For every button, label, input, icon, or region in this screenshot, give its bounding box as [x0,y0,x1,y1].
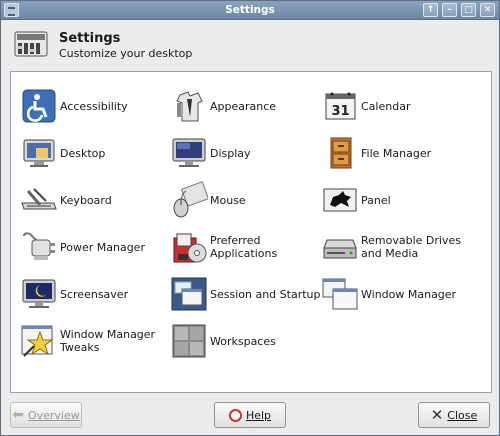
item-label: Panel [361,193,391,207]
overview-button[interactable]: ⬅ Overview [10,402,82,428]
item-desktop[interactable]: Desktop [20,134,180,174]
settings-window: Settings ↑ – □ ✕ Settings Customize your… [0,0,500,436]
item-power-manager[interactable]: Power Manager [20,228,180,268]
header-subtitle: Customize your desktop [59,47,193,60]
calendar-icon: 31 [325,92,356,120]
settings-manager-icon [14,31,48,57]
item-panel[interactable]: Panel [321,181,481,221]
window-manager-icon [322,278,358,310]
help-label: Help [245,408,272,422]
item-preferred-applications[interactable]: Preferred Applications [170,228,330,268]
removable-drives-icon [323,239,357,259]
mouse-icon [173,181,208,218]
item-label: Session and Startup [210,287,321,301]
item-label: Keyboard [60,193,112,207]
close-label: Close [447,408,478,422]
item-label: Workspaces [210,334,276,348]
item-keyboard[interactable]: Keyboard [20,181,180,221]
item-label: File Manager [361,146,432,160]
item-window-manager-tweaks[interactable]: Window Manager Tweaks [20,322,180,362]
item-label: Power Manager [60,240,145,254]
header-title: Settings [59,31,121,46]
item-mouse[interactable]: Mouse [170,181,330,221]
overview-label: Overview [27,408,80,422]
item-label: Appearance [210,99,277,113]
item-window-manager[interactable]: Window Manager [321,275,481,315]
close-window-button[interactable]: ✕ [480,3,495,17]
item-accessibility[interactable]: Accessibility [20,87,180,127]
item-screensaver[interactable]: Screensaver [20,275,180,315]
item-workspaces[interactable]: Workspaces [170,322,330,362]
accessibility-icon [22,89,56,123]
item-session-startup[interactable]: Session and Startup [170,275,330,315]
maximize-button[interactable]: □ [461,3,476,17]
file-manager-icon [330,137,352,169]
item-calendar[interactable]: 31 Calendar [321,87,481,127]
panel-icon [323,188,357,212]
item-label: Removable Drives and Media [361,234,461,260]
appearance-icon [176,91,203,122]
item-removable-drives[interactable]: Removable Drives and Media [321,228,481,268]
item-label: Accessibility [60,99,128,113]
shade-button[interactable]: ↑ [423,3,438,17]
item-label: Screensaver [60,287,129,301]
item-label: Display [210,146,251,160]
item-label: Window Manager [361,287,457,301]
item-label: Calendar [361,99,411,113]
power-manager-icon [23,232,55,260]
workspaces-icon [172,324,206,358]
help-icon [228,408,242,422]
svg-text:31: 31 [331,104,349,119]
display-icon [172,138,206,167]
session-startup-icon [171,277,207,311]
item-appearance[interactable]: Appearance [170,87,330,127]
minimize-button[interactable]: – [442,3,457,17]
window-manager-tweaks-icon [21,325,54,357]
help-button[interactable]: Help [214,402,286,428]
back-arrow-icon: ⬅ [12,407,24,423]
settings-icon-grid: Accessibility Appearance 31 Calendar Des… [10,71,492,393]
item-label: Window Manager Tweaks [60,328,156,354]
item-label: Desktop [60,146,106,160]
item-display[interactable]: Display [170,134,330,174]
preferred-applications-icon [173,233,207,263]
close-button[interactable]: ✕ Close [418,402,490,428]
keyboard-icon [21,188,57,210]
desktop-icon [23,139,55,167]
item-file-manager[interactable]: File Manager [321,134,481,174]
item-label: Preferred Applications [210,234,278,260]
screensaver-icon [22,279,56,308]
title-bar[interactable]: Settings ↑ – □ ✕ [1,1,499,20]
header: Settings Customize your desktop [9,25,493,65]
close-icon: ✕ [430,406,444,424]
item-label: Mouse [210,193,246,207]
